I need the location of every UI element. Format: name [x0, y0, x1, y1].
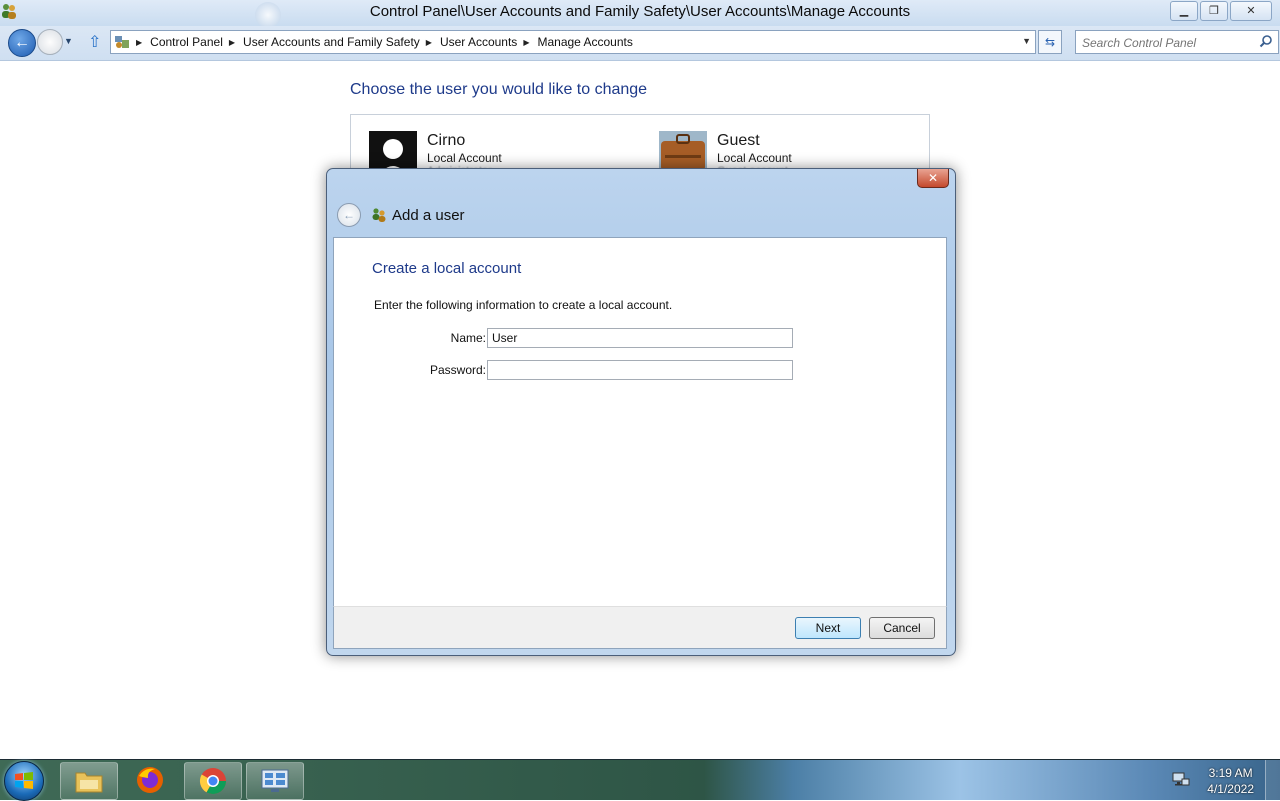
- users-icon: [372, 208, 386, 222]
- address-dropdown-icon[interactable]: ▼: [1022, 36, 1031, 46]
- clock-time: 3:19 AM: [1208, 766, 1253, 780]
- back-arrow-icon: ←: [14, 34, 30, 51]
- navigation-bar: ← ▼ ⇧ ▶ Control Panel ▶ User Accounts an…: [0, 26, 1280, 61]
- breadcrumb: ▶ Control Panel ▶ User Accounts and Fami…: [130, 35, 633, 49]
- window-titlebar: Control Panel\User Accounts and Family S…: [0, 0, 1280, 28]
- next-button[interactable]: Next: [795, 617, 861, 639]
- show-desktop-button[interactable]: [1265, 760, 1280, 800]
- restore-button[interactable]: ❐: [1200, 1, 1228, 21]
- dialog-back-button[interactable]: ←: [337, 203, 361, 227]
- back-button[interactable]: ←: [8, 29, 36, 57]
- minimize-button[interactable]: ▁: [1170, 1, 1198, 21]
- taskbar-chrome[interactable]: [184, 762, 242, 800]
- close-icon: ✕: [1246, 4, 1256, 17]
- dialog-footer: Next Cancel: [333, 606, 947, 649]
- close-icon: ✕: [927, 171, 939, 185]
- back-arrow-icon: ←: [343, 208, 355, 222]
- cancel-button[interactable]: Cancel: [869, 617, 935, 639]
- address-bar[interactable]: ▶ Control Panel ▶ User Accounts and Fami…: [110, 30, 1036, 54]
- breadcrumb-user-accounts-family-safety[interactable]: User Accounts and Family Safety: [243, 35, 420, 49]
- name-label: Name:: [450, 331, 486, 345]
- password-label: Password:: [429, 363, 486, 377]
- page-heading: Choose the user you would like to change: [350, 81, 648, 98]
- chrome-icon: [199, 768, 227, 795]
- dialog-close-button[interactable]: ✕: [917, 169, 949, 188]
- taskbar-control-panel[interactable]: [246, 762, 304, 800]
- dialog-instructions: Enter the following information to creat…: [374, 298, 673, 312]
- chevron-right-icon[interactable]: ▶: [523, 38, 529, 47]
- refresh-icon: ⇆: [1044, 35, 1056, 49]
- system-tray: 3:19 AM 4/1/2022: [1160, 760, 1280, 800]
- breadcrumb-manage-accounts[interactable]: Manage Accounts: [537, 35, 632, 49]
- forward-button[interactable]: [37, 29, 63, 55]
- recent-pages-dropdown[interactable]: ▼: [64, 36, 73, 46]
- network-icon[interactable]: [1172, 772, 1190, 788]
- search-box[interactable]: [1075, 30, 1279, 54]
- user-name: Guest: [717, 132, 760, 149]
- dialog-content: Create a local account Enter the followi…: [333, 237, 947, 607]
- search-icon[interactable]: [1259, 34, 1273, 48]
- restore-icon: ❐: [1209, 4, 1219, 17]
- user-accounts-list: Cirno Local Account Administrator Guest …: [350, 114, 930, 177]
- taskbar: 3:19 AM 4/1/2022: [0, 759, 1280, 801]
- control-panel-icon: [261, 769, 289, 792]
- user-type: Local Account: [717, 151, 792, 165]
- minimize-icon: ▁: [1179, 4, 1189, 17]
- chevron-right-icon[interactable]: ▶: [426, 38, 432, 47]
- password-field[interactable]: [487, 360, 793, 380]
- taskbar-firefox[interactable]: [122, 762, 178, 798]
- firefox-icon: [137, 767, 163, 793]
- dialog-title: Add a user: [392, 206, 465, 224]
- add-user-dialog: ✕ ← Add a user Create a local account En…: [326, 168, 956, 656]
- chevron-right-icon[interactable]: ▶: [136, 38, 142, 47]
- breadcrumb-user-accounts[interactable]: User Accounts: [440, 35, 517, 49]
- control-panel-icon: [115, 36, 129, 48]
- up-arrow-icon[interactable]: ⇧: [88, 32, 101, 52]
- name-field[interactable]: [487, 328, 793, 348]
- windows-logo-icon: [15, 772, 33, 789]
- close-window-button[interactable]: ✕: [1230, 1, 1272, 21]
- start-button[interactable]: [4, 761, 44, 801]
- folder-icon: [75, 772, 103, 793]
- refresh-button[interactable]: ⇆: [1038, 30, 1062, 54]
- chevron-right-icon[interactable]: ▶: [229, 38, 235, 47]
- dialog-heading: Create a local account: [372, 260, 522, 277]
- window-title: Control Panel\User Accounts and Family S…: [369, 3, 911, 20]
- clock-date: 4/1/2022: [1207, 782, 1254, 796]
- user-name: Cirno: [427, 132, 466, 149]
- clock[interactable]: 3:19 AM 4/1/2022: [1207, 765, 1254, 797]
- search-input[interactable]: [1080, 33, 1254, 53]
- breadcrumb-control-panel[interactable]: Control Panel: [150, 35, 223, 49]
- user-type: Local Account: [427, 151, 502, 165]
- taskbar-file-explorer[interactable]: [60, 762, 118, 800]
- dialog-header: ← Add a user: [337, 203, 465, 227]
